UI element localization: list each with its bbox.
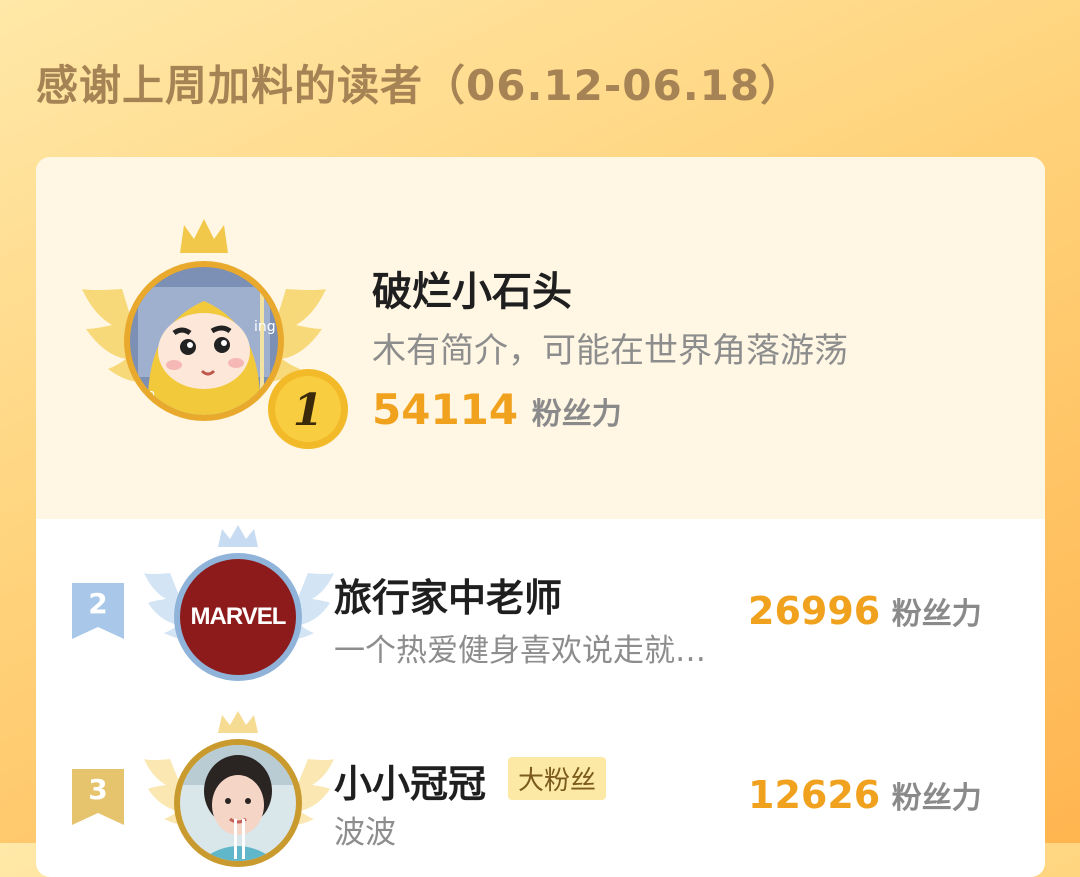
score-unit: 粉丝力 [891,597,982,632]
avatar [180,745,296,861]
rank-3-tag: 3 [72,769,124,825]
leaderboard-item-3[interactable]: 3 小小冠冠 大粉丝 波波 12626 粉丝力 [36,709,1045,877]
fan-power-score: 12626 粉丝力 [748,773,982,817]
avatar-frame-bronze [144,711,334,877]
big-fan-badge: 大粉丝 [508,757,607,800]
fan-power-score: 54114 粉丝力 [372,385,622,434]
rank-number: 2 [88,587,108,620]
reader-bio: 波波 [334,815,396,851]
cartoon-avatar-icon: ing oin [130,267,278,415]
leaderboard-panel: ing oin 1 破烂小石头 木有简介，可能在世界角落游荡 54114 粉丝力… [36,157,1045,877]
fan-power-score: 26996 粉丝力 [748,589,982,633]
leaderboard-item-1[interactable]: ing oin 1 破烂小石头 木有简介，可能在世界角落游荡 54114 粉丝力 [36,157,1045,519]
rank-1-medal-icon: 1 [268,369,348,449]
page-title: 感谢上周加料的读者（06.12-06.18） [36,61,804,110]
rank-2-tag: 2 [72,583,124,639]
score-value: 12626 [748,773,881,817]
avatar: MARVEL [180,559,296,675]
reader-name[interactable]: 破烂小石头 [372,259,572,317]
score-value: 54114 [372,385,519,434]
profile-photo-icon [180,745,296,861]
avatar-frame-gold: ing oin 1 [82,219,348,459]
reader-name[interactable]: 小小冠冠 [334,753,486,808]
score-unit: 粉丝力 [891,781,982,816]
svg-text:1: 1 [293,385,324,436]
avatar-frame-silver: MARVEL [144,525,334,699]
leaderboard-item-2[interactable]: 2 MARVEL 旅行家中老师 一个热爱健身喜欢说走就… 26996 粉丝力 [36,519,1045,709]
rank-number: 3 [88,773,108,806]
score-unit: 粉丝力 [531,397,622,432]
reader-bio: 一个热爱健身喜欢说走就… [334,633,706,669]
marvel-logo-icon: MARVEL [190,603,287,630]
score-value: 26996 [748,589,881,633]
svg-text:ing: ing [254,319,276,335]
reader-name[interactable]: 旅行家中老师 [334,567,562,622]
reader-bio: 木有简介，可能在世界角落游荡 [372,331,848,371]
avatar: ing oin [130,267,278,415]
